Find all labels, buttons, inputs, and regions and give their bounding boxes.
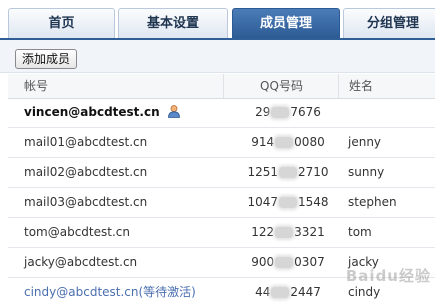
masked-digits (271, 107, 290, 118)
toolbar: 添加成员 (0, 40, 435, 73)
qq-cell: 900 0307 (223, 248, 353, 277)
tab-home[interactable]: 首页 (8, 8, 115, 38)
qq-end: 7676 (290, 105, 321, 119)
qq-end: 3321 (294, 225, 325, 239)
qq-cell: 1047 1548 (223, 188, 353, 217)
qq-end: 0080 (294, 135, 325, 149)
header-account[interactable]: 帐号 (24, 74, 48, 98)
name-cell: jenny (348, 135, 382, 149)
table-row[interactable]: tom@abcdtest.cn 122 3321 tom (8, 218, 435, 248)
admin-user-icon (167, 105, 180, 118)
qq-start: 1251 (247, 165, 278, 179)
account-cell[interactable]: jacky@abcdtest.cn (24, 248, 137, 277)
qq-end: 2447 (290, 285, 321, 299)
account-cell[interactable]: cindy@abcdtest.cn(等待激活) (24, 278, 196, 307)
header-qq[interactable]: QQ号码 (223, 74, 339, 98)
table-header: 帐号 QQ号码 姓名 (8, 74, 435, 99)
qq-start: 914 (251, 135, 275, 149)
watermark-logo: Baidu经验 (345, 267, 431, 285)
qq-start: 1047 (247, 195, 278, 209)
qq-start: 44 (255, 285, 271, 299)
name-cell: sunny (348, 165, 385, 179)
tab-group-management[interactable]: 分组管理 (343, 8, 435, 38)
account-cell[interactable]: tom@abcdtest.cn (24, 218, 130, 247)
qq-end: 2710 (298, 165, 329, 179)
header-name[interactable]: 姓名 (338, 74, 373, 98)
table-row[interactable]: mail01@abcdtest.cn 914 0080 jenny (8, 128, 435, 158)
qq-end: 0307 (294, 255, 325, 269)
qq-start: 29 (255, 105, 271, 119)
qq-start: 122 (251, 225, 275, 239)
add-member-button[interactable]: 添加成员 (15, 49, 78, 69)
qq-end: 1548 (298, 195, 329, 209)
account-cell[interactable]: mail01@abcdtest.cn (24, 128, 147, 157)
qq-cell: 914 0080 (223, 128, 353, 157)
masked-digits (279, 197, 297, 208)
table-row[interactable]: mail02@abcdtest.cn 1251 2710 sunny (8, 158, 435, 188)
account-cell[interactable]: mail02@abcdtest.cn (24, 158, 147, 187)
tab-member-management[interactable]: 成员管理 (232, 8, 340, 38)
name-cell: stephen (348, 195, 397, 209)
tab-bar: 首页 基本设置 成员管理 分组管理 (0, 8, 435, 40)
qq-cell: 1251 2710 (223, 158, 353, 187)
qq-cell: 44 2447 (223, 278, 353, 307)
account-cell[interactable]: mail03@abcdtest.cn (24, 188, 147, 217)
masked-digits (279, 167, 297, 178)
masked-digits (271, 287, 290, 298)
account-cell[interactable]: vincen@abcdtest.cn (24, 98, 181, 127)
qq-start: 900 (251, 255, 275, 269)
table-row[interactable]: mail03@abcdtest.cn 1047 1548 stephen (8, 188, 435, 218)
qq-cell: 122 3321 (223, 218, 353, 247)
account-text[interactable]: vincen@abcdtest.cn (24, 105, 160, 119)
qq-cell: 29 7676 (223, 98, 353, 127)
table-row[interactable]: vincen@abcdtest.cn 29 7676 (8, 98, 435, 128)
name-cell: tom (348, 225, 372, 239)
tab-basic-settings[interactable]: 基本设置 (118, 8, 228, 38)
masked-digits (275, 137, 294, 148)
masked-digits (275, 227, 294, 238)
masked-digits (275, 257, 294, 268)
